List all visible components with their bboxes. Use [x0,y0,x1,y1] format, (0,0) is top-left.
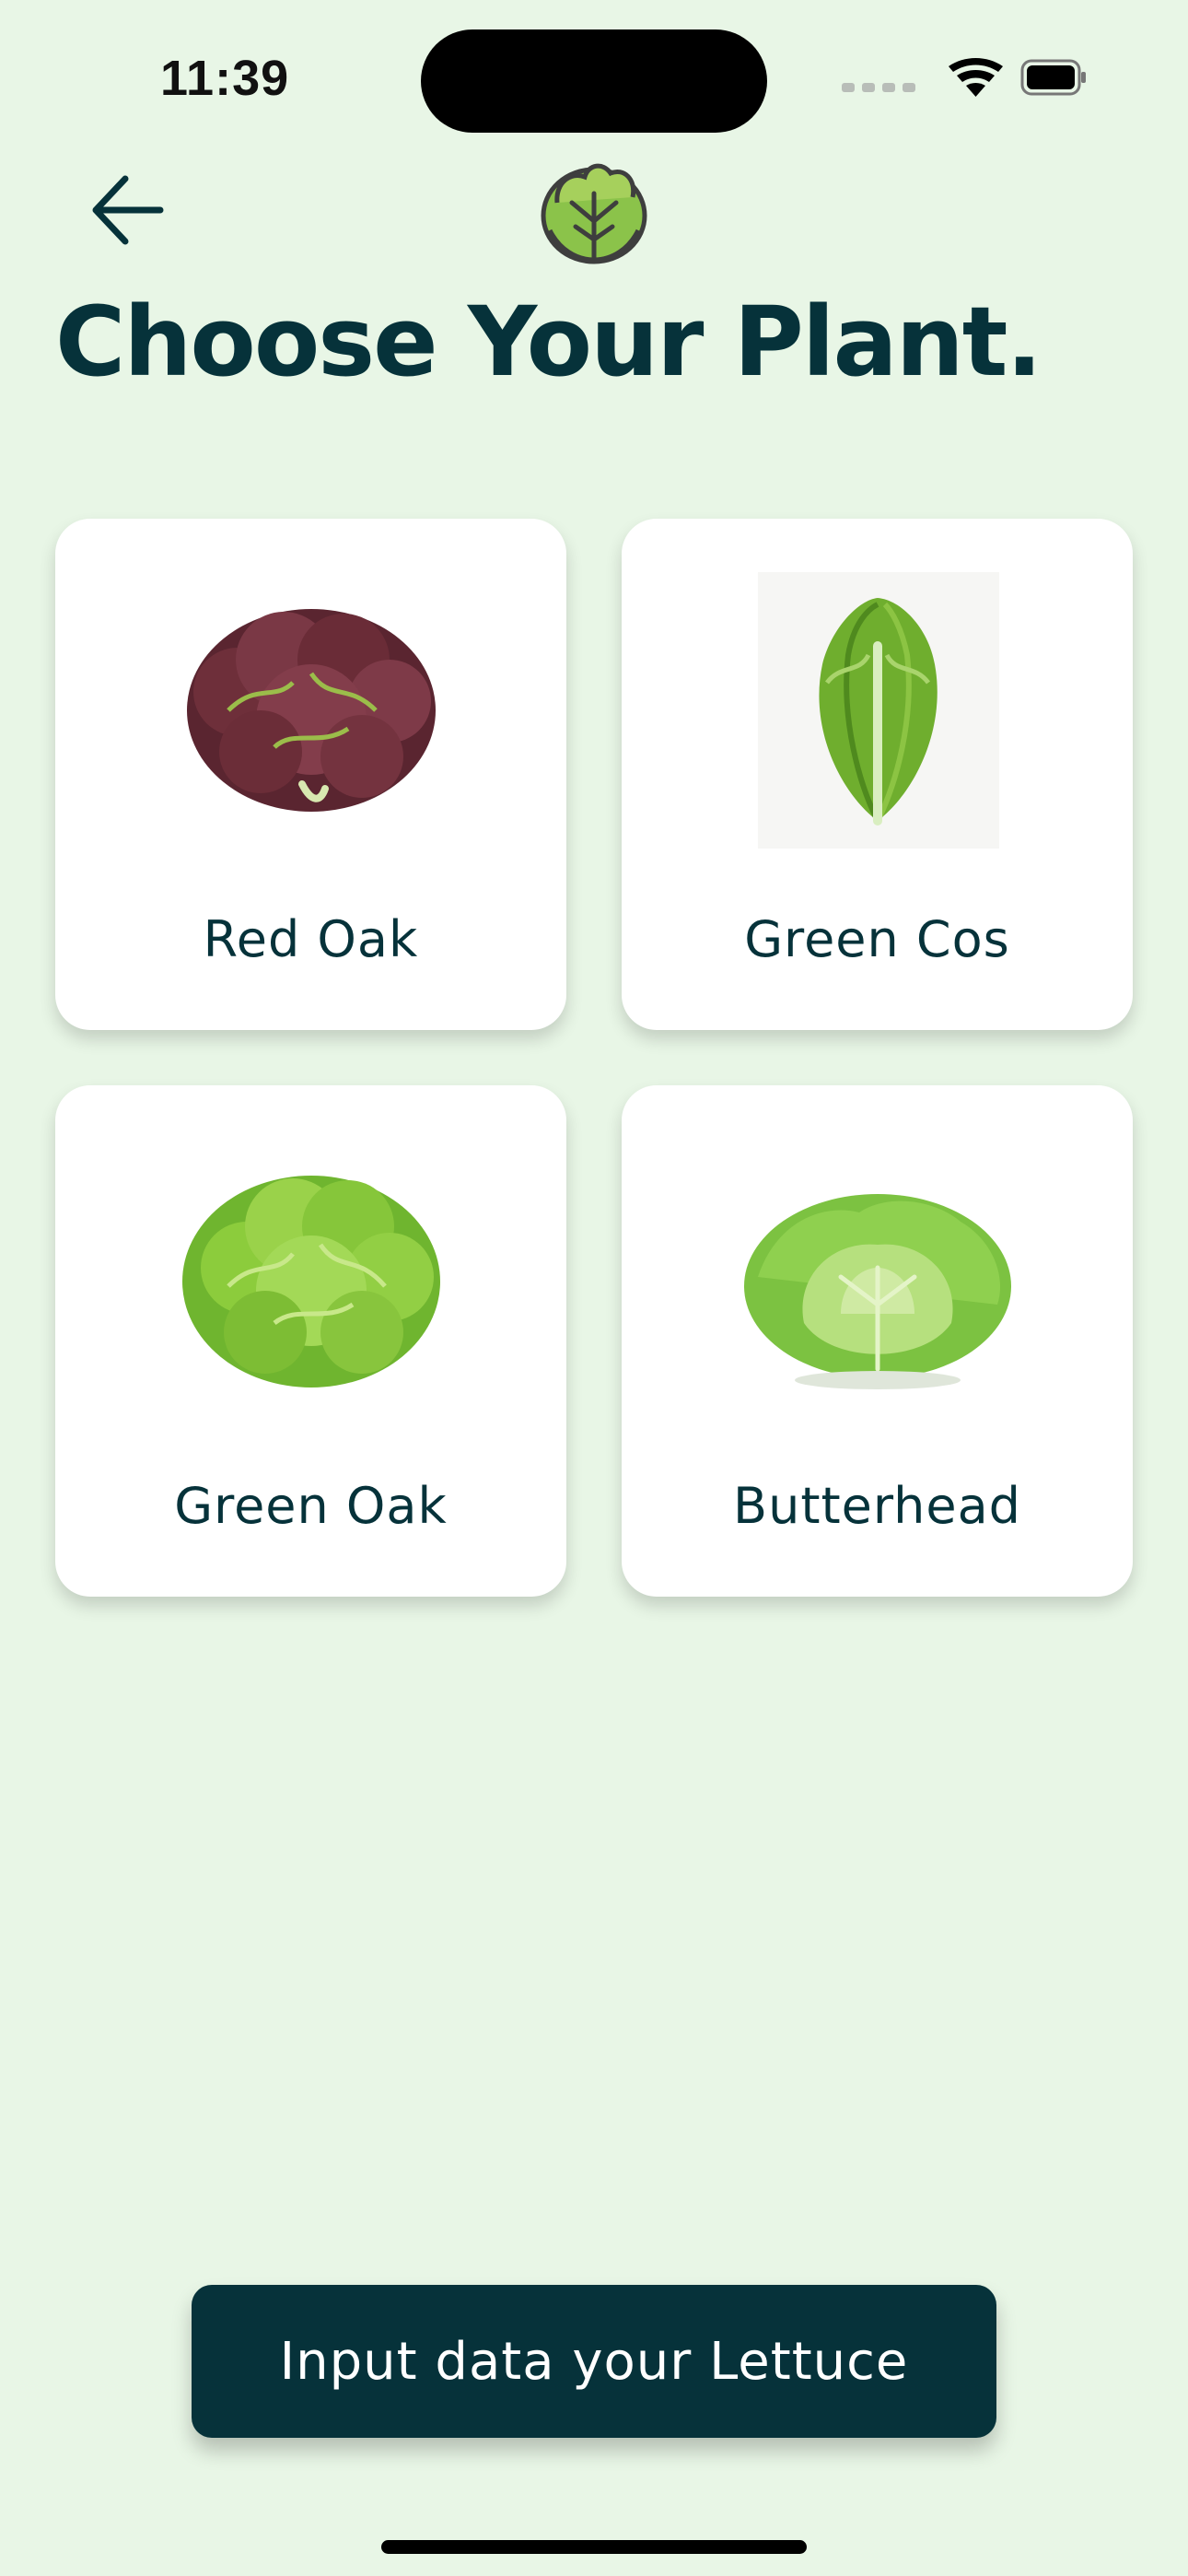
page-title: Choose Your Plant. [55,286,1042,398]
plant-label: Green Cos [744,910,1010,968]
green-cos-lettuce-image [758,572,999,849]
battery-icon [1020,59,1086,96]
arrow-left-icon [92,175,164,245]
plant-label: Red Oak [203,910,419,968]
wifi-icon [949,58,1003,97]
butterhead-lettuce-image [744,1194,1011,1389]
input-data-button[interactable]: Input data your Lettuce [192,2285,996,2438]
plant-card-green-cos[interactable]: Green Cos [622,519,1133,1030]
plant-card-red-oak[interactable]: Red Oak [55,519,566,1030]
status-icons [842,58,1086,97]
signal-icon [842,83,915,92]
dynamic-island [421,29,767,133]
plant-card-butterhead[interactable]: Butterhead [622,1085,1133,1597]
green-oak-lettuce-image [182,1176,440,1388]
plant-label: Butterhead [733,1477,1021,1535]
status-bar: 11:39 [0,0,1188,157]
red-oak-lettuce-image [187,609,436,812]
home-indicator [381,2540,807,2554]
plant-card-green-oak[interactable]: Green Oak [55,1085,566,1597]
back-button[interactable] [88,173,166,247]
plant-label: Green Oak [174,1477,448,1535]
lettuce-logo-icon [541,163,647,264]
status-time: 11:39 [160,51,290,106]
